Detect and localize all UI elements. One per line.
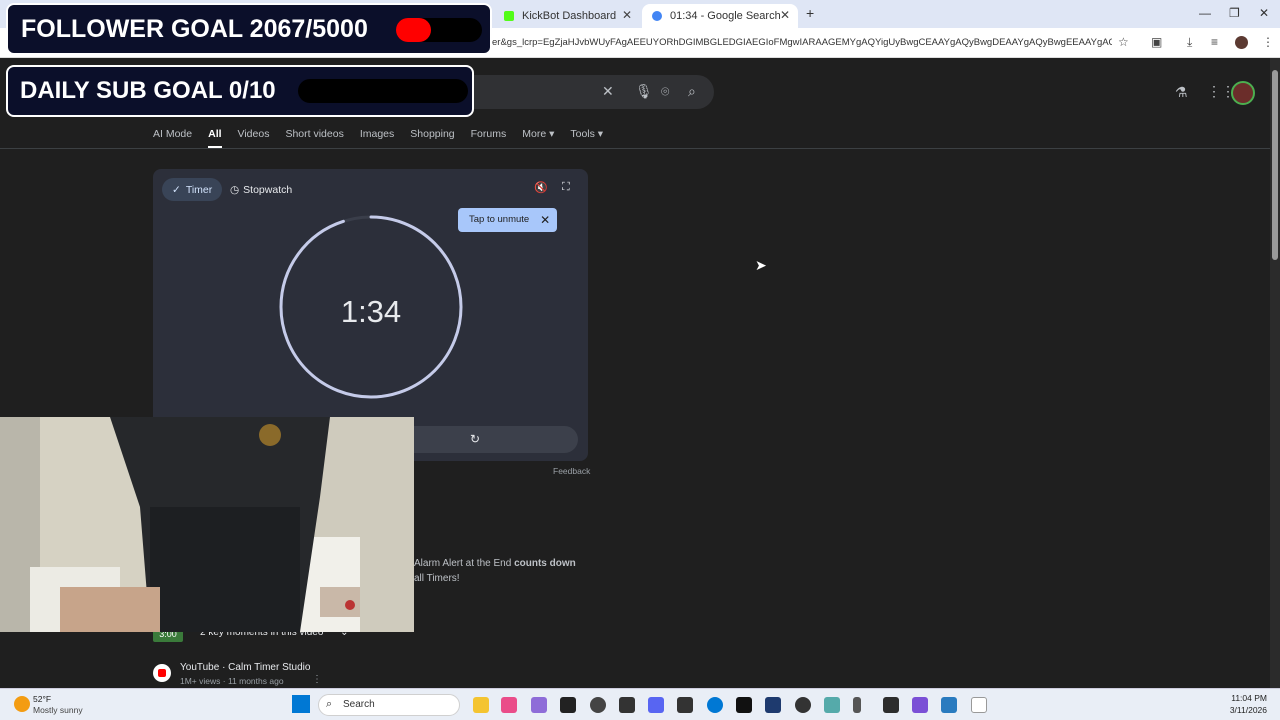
- labs-icon[interactable]: ⚗: [1175, 84, 1188, 101]
- tab-tools[interactable]: Tools ▾: [570, 128, 603, 148]
- start-icon[interactable]: [292, 695, 310, 713]
- close-window-icon[interactable]: ✕: [1259, 6, 1269, 20]
- follower-progress-bar: [396, 18, 482, 42]
- tab-images[interactable]: Images: [360, 128, 394, 148]
- nav-divider: [0, 148, 1270, 149]
- download-icon[interactable]: ⤓: [1187, 35, 1192, 50]
- timer-display: 1:34: [340, 294, 402, 329]
- webcam-feed: [0, 417, 414, 632]
- media-icon[interactable]: ≡: [1211, 35, 1218, 49]
- search-icon: ⌕: [326, 698, 333, 710]
- tab-forums[interactable]: Forums: [471, 128, 507, 148]
- profile-avatar[interactable]: [1235, 36, 1248, 49]
- youtube-icon: [153, 664, 171, 682]
- result-description: Alarm Alert at the End counts down all T…: [414, 558, 576, 584]
- app-icon[interactable]: [736, 697, 752, 713]
- notepad-icon[interactable]: [971, 697, 987, 713]
- app-icon[interactable]: [795, 697, 811, 713]
- follower-goal-overlay: FOLLOWER GOAL 2067/5000: [6, 3, 492, 55]
- tab-shopping[interactable]: Shopping: [410, 128, 454, 148]
- mic-icon[interactable]: 🎙: [635, 83, 653, 100]
- taskbar-search[interactable]: ⌕ Search: [318, 694, 460, 716]
- tab-videos[interactable]: Videos: [238, 128, 270, 148]
- close-icon[interactable]: ✕: [780, 8, 790, 22]
- fullscreen-icon[interactable]: ⛶: [562, 181, 570, 194]
- controller-icon[interactable]: [531, 697, 547, 713]
- tab-short-videos[interactable]: Short videos: [285, 128, 343, 148]
- edge-icon[interactable]: [707, 697, 723, 713]
- bookmark-star-icon[interactable]: ☆: [1118, 35, 1129, 49]
- discord-icon[interactable]: [648, 697, 664, 713]
- tab-title: 01:34 - Google Search: [670, 10, 781, 22]
- unmute-tooltip[interactable]: Tap to unmute ✕: [458, 208, 558, 232]
- sidebar-icon[interactable]: ▣: [1151, 35, 1162, 49]
- kick-favicon-icon: [504, 11, 514, 21]
- tab-title: KickBot Dashboard: [522, 10, 617, 22]
- clock-time[interactable]: 11:04 PM: [1215, 693, 1267, 703]
- url-field[interactable]: er&gs_lcrp=EgZjaHJvbWUyFAgAEEUYORhDGIMBG…: [492, 34, 1112, 52]
- clock-date[interactable]: 3/11/2026: [1215, 705, 1267, 715]
- weather-icon: [14, 696, 30, 712]
- page-scrollbar[interactable]: [1270, 58, 1280, 688]
- epic-games-icon[interactable]: [560, 697, 576, 713]
- account-avatar[interactable]: [1231, 81, 1255, 105]
- close-icon[interactable]: ✕: [540, 208, 550, 232]
- tab-all[interactable]: All: [208, 128, 222, 148]
- tab-kickbot[interactable]: KickBot Dashboard ✕: [494, 4, 640, 28]
- app-icon[interactable]: [765, 697, 781, 713]
- search-box[interactable]: ✕ 🎙 ⌾ ⌕: [460, 75, 714, 109]
- tab-more[interactable]: More ▾: [522, 128, 554, 148]
- app-icon[interactable]: [677, 697, 693, 713]
- app-icon[interactable]: [941, 697, 957, 713]
- snipping-tool-icon[interactable]: [824, 697, 840, 713]
- timer-chip[interactable]: ✓ Timer: [162, 178, 223, 201]
- file-explorer-icon[interactable]: [473, 697, 489, 713]
- windows-taskbar: 52°F Mostly sunny ⌕ Search 11:04 PM 3/11…: [0, 688, 1280, 720]
- clock-icon: ◷: [230, 183, 240, 196]
- music-icon[interactable]: [501, 697, 517, 713]
- result-meta: 1M+ views · 11 months ago: [180, 676, 284, 686]
- feedback-link[interactable]: Feedback: [553, 466, 590, 476]
- webcam-overlay: [0, 417, 414, 632]
- restore-icon[interactable]: ❐: [1229, 6, 1240, 20]
- weather-temp: 52°F: [33, 694, 52, 704]
- follower-progress-fill: [396, 18, 432, 42]
- new-tab-icon[interactable]: +: [806, 5, 814, 21]
- reset-icon: ↻: [470, 432, 481, 446]
- search-nav-tabs: AI Mode All Videos Short videos Images S…: [153, 128, 619, 148]
- app-icon[interactable]: [619, 697, 635, 713]
- sub-goal-overlay: DAILY SUB GOAL 0/10: [6, 65, 474, 117]
- check-icon: ✓: [172, 183, 181, 196]
- mouse-cursor-icon: ➤: [755, 257, 767, 273]
- menu-icon[interactable]: ⋮: [1262, 35, 1274, 49]
- google-favicon-icon: [652, 11, 662, 21]
- stopwatch-chip[interactable]: ◷ Stopwatch: [230, 178, 292, 201]
- app-icon[interactable]: [912, 697, 928, 713]
- clear-icon[interactable]: ✕: [602, 83, 614, 100]
- lens-icon[interactable]: ⌾: [661, 83, 669, 100]
- terminal-icon[interactable]: [883, 697, 899, 713]
- chrome-icon[interactable]: [590, 697, 606, 713]
- close-icon[interactable]: ✕: [622, 8, 632, 22]
- scroll-thumb[interactable]: [1272, 70, 1278, 260]
- search-icon[interactable]: ⌕: [688, 83, 696, 100]
- minimize-icon[interactable]: —: [1199, 6, 1211, 20]
- tab-google-search[interactable]: 01:34 - Google Search ✕: [642, 4, 798, 28]
- mute-icon[interactable]: 🔇: [534, 181, 548, 194]
- tab-ai-mode[interactable]: AI Mode: [153, 128, 192, 148]
- sub-progress-bar: [298, 79, 468, 103]
- more-options-icon[interactable]: ⋮: [312, 674, 322, 685]
- app-icon[interactable]: [853, 697, 861, 713]
- weather-desc: Mostly sunny: [33, 705, 83, 715]
- result-source[interactable]: YouTube · Calm Timer Studio: [180, 662, 310, 673]
